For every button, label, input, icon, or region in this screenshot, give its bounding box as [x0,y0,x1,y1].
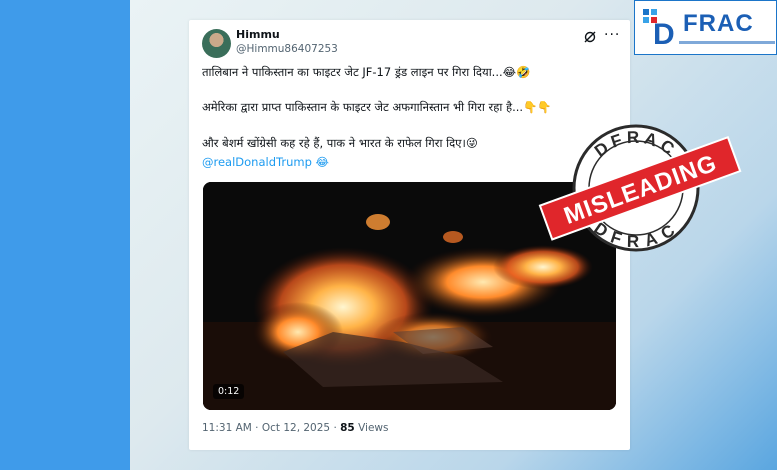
views-label: Views [354,422,389,434]
dfrac-logo: D FRAC [634,0,777,55]
tweet-text-line-3: और बेशर्म खोंग्रेसी कह रहे हैं, पाक ने भ… [202,136,478,150]
author-handle[interactable]: @Himmu86407253 [236,43,338,55]
tweet-text-line-2: अमेरिका द्वारा प्राप्त पाकिस्तान के फाइट… [202,100,552,114]
views-count: 85 [340,422,355,434]
avatar[interactable] [202,29,231,58]
logo-subtitle-bar [679,41,775,44]
tweet-meta: 11:31 AM · Oct 12, 2025 · 85 Views [202,422,388,434]
video-duration: 0:12 [213,384,245,399]
tweet-text-line-1: तालिबान ने पाकिस्तान का फाइटर जेट JF-17 … [202,65,531,79]
author-name[interactable]: Himmu [236,28,280,41]
grok-icon[interactable] [583,30,597,44]
more-icon[interactable]: ··· [604,27,620,43]
mention-link[interactable]: @realDonaldTrump 😂 [202,155,329,169]
logo-text: FRAC [683,10,754,37]
background-left-panel [0,0,130,470]
tweet-timestamp[interactable]: 11:31 AM · Oct 12, 2025 · [202,422,340,434]
logo-icon-letter: D [653,18,675,50]
misleading-stamp: DFRAC DFRAC MISLEADING [538,124,742,252]
